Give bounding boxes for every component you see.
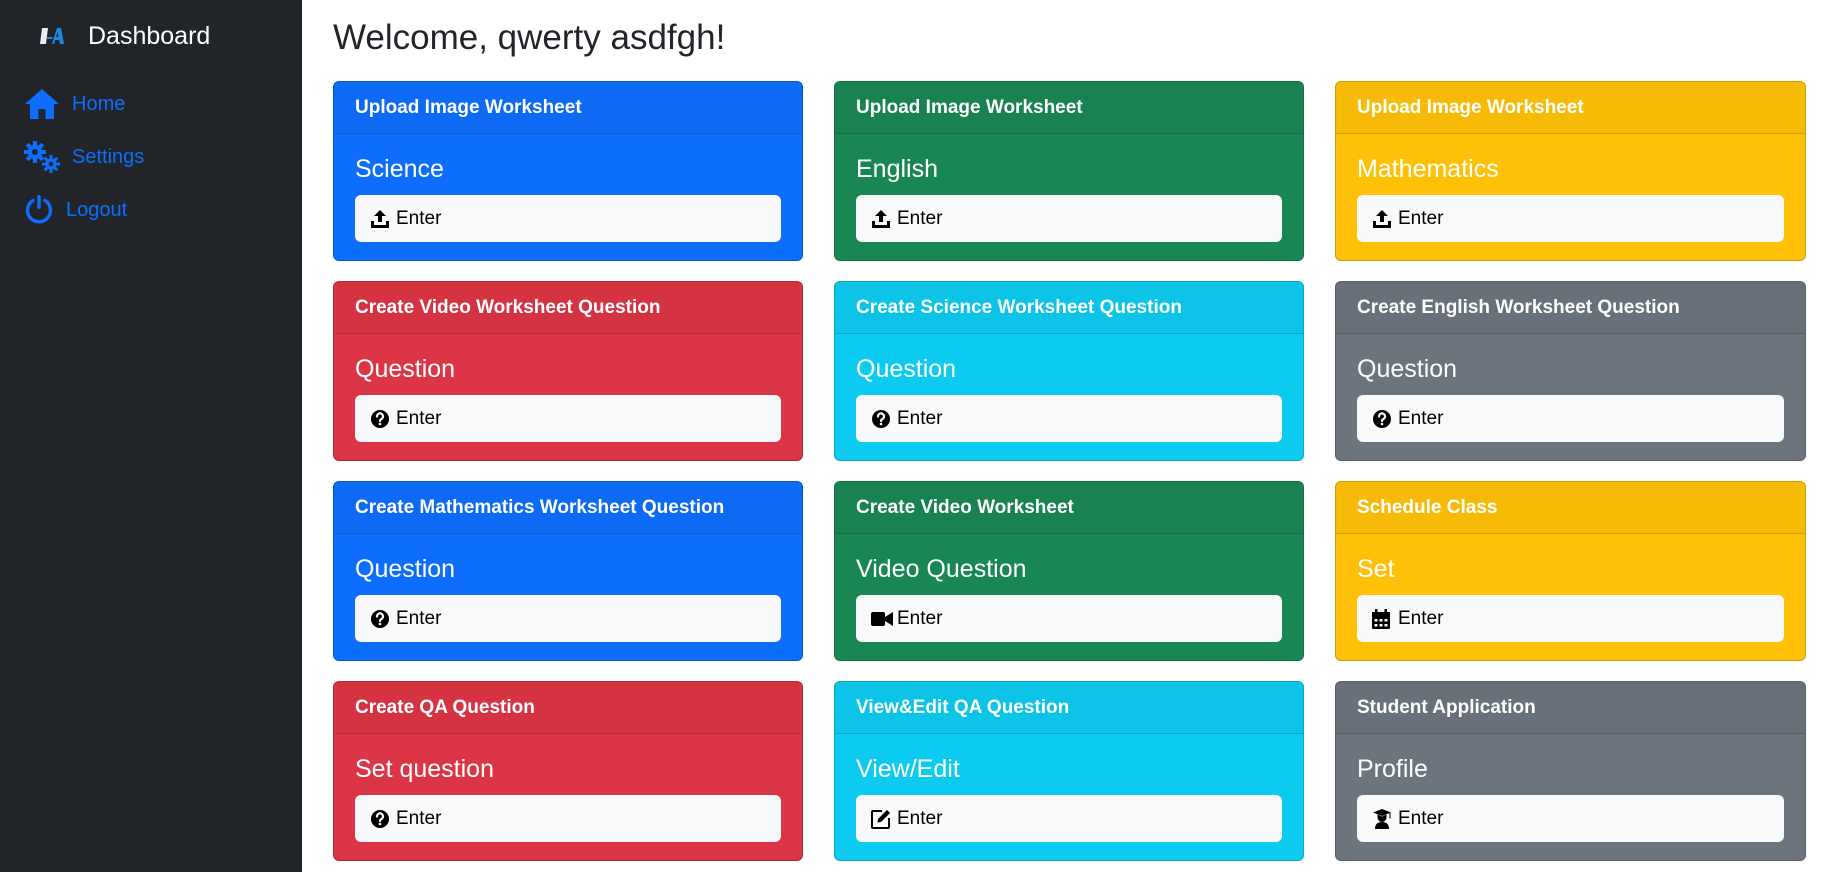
card-title: View/Edit — [856, 755, 960, 783]
card-header: View&Edit QA Question — [835, 682, 1303, 734]
card-header: Schedule Class — [1336, 482, 1805, 534]
sidebar-item-home[interactable]: Home — [24, 88, 125, 120]
card-title: Question — [1357, 355, 1458, 383]
card-header: Upload Image Worksheet — [334, 82, 802, 134]
video-camera-icon — [871, 609, 893, 629]
upload-icon — [1372, 209, 1394, 229]
card-header: Upload Image Worksheet — [1336, 82, 1805, 134]
card-header: Create English Worksheet Question — [1336, 282, 1805, 334]
enter-button[interactable]: Enter — [355, 795, 781, 842]
enter-button[interactable]: Enter — [1357, 595, 1784, 642]
home-icon — [24, 88, 60, 120]
calendar-icon — [1372, 608, 1394, 629]
card-title: Profile — [1357, 755, 1428, 783]
enter-button[interactable]: Enter — [856, 595, 1282, 642]
sidebar: Dashboard Home Settings Logout — [0, 0, 302, 872]
card-title: Question — [355, 355, 456, 383]
card-header: Create Mathematics Worksheet Question — [334, 482, 802, 534]
enter-button[interactable]: Enter — [1357, 395, 1784, 442]
question-circle-icon — [370, 409, 392, 429]
enter-label: Enter — [897, 807, 943, 829]
main-content: Welcome, qwerty asdfgh! Upload Image Wor… — [302, 0, 1823, 872]
enter-button[interactable]: Enter — [355, 395, 781, 442]
card-grid: Upload Image Worksheet Science Enter Upl… — [333, 81, 1806, 861]
enter-button[interactable]: Enter — [355, 595, 781, 642]
edit-icon — [871, 809, 893, 829]
card-title: Mathematics — [1357, 155, 1499, 183]
card-schedule-class: Schedule Class Set Enter — [1335, 481, 1806, 661]
card-upload-english: Upload Image Worksheet English Enter — [834, 81, 1304, 261]
question-circle-icon — [370, 809, 392, 829]
card-header: Upload Image Worksheet — [835, 82, 1303, 134]
enter-label: Enter — [897, 407, 943, 429]
card-create-english-worksheet-question: Create English Worksheet Question Questi… — [1335, 281, 1806, 461]
card-upload-mathematics: Upload Image Worksheet Mathematics Enter — [1335, 81, 1806, 261]
enter-button[interactable]: Enter — [355, 195, 781, 242]
enter-button[interactable]: Enter — [1357, 195, 1784, 242]
card-title: English — [856, 155, 938, 183]
card-header: Create Video Worksheet — [835, 482, 1303, 534]
enter-button[interactable]: Enter — [856, 795, 1282, 842]
card-header: Create QA Question — [334, 682, 802, 734]
card-view-edit-qa-question: View&Edit QA Question View/Edit Enter — [834, 681, 1304, 861]
gears-icon — [24, 141, 62, 173]
sidebar-item-label: Settings — [72, 145, 145, 168]
card-header: Create Video Worksheet Question — [334, 282, 802, 334]
enter-button[interactable]: Enter — [856, 395, 1282, 442]
card-student-application: Student Application Profile Enter — [1335, 681, 1806, 861]
enter-label: Enter — [897, 607, 943, 629]
sidebar-item-label: Logout — [66, 198, 128, 221]
sidebar-item-settings[interactable]: Settings — [24, 141, 144, 173]
question-circle-icon — [1372, 409, 1394, 429]
enter-label: Enter — [1398, 207, 1444, 229]
card-title: Set question — [355, 755, 494, 783]
enter-label: Enter — [1398, 607, 1444, 629]
power-icon — [24, 194, 54, 226]
graduate-icon — [1372, 808, 1394, 829]
upload-icon — [370, 209, 392, 229]
brand[interactable]: Dashboard — [40, 20, 210, 52]
enter-button[interactable]: Enter — [1357, 795, 1784, 842]
enter-label: Enter — [396, 207, 442, 229]
brand-logo-icon — [40, 23, 66, 49]
enter-label: Enter — [897, 207, 943, 229]
card-title: Question — [856, 355, 957, 383]
welcome-heading: Welcome, qwerty asdfgh! — [333, 18, 726, 57]
card-create-qa-question: Create QA Question Set question Enter — [333, 681, 803, 861]
card-title: Question — [355, 555, 456, 583]
question-circle-icon — [370, 609, 392, 629]
card-upload-science: Upload Image Worksheet Science Enter — [333, 81, 803, 261]
sidebar-item-logout[interactable]: Logout — [24, 194, 127, 226]
enter-label: Enter — [396, 407, 442, 429]
card-header: Create Science Worksheet Question — [835, 282, 1303, 334]
card-title: Science — [355, 155, 444, 183]
card-create-mathematics-worksheet-question: Create Mathematics Worksheet Question Qu… — [333, 481, 803, 661]
card-create-science-worksheet-question: Create Science Worksheet Question Questi… — [834, 281, 1304, 461]
card-header: Student Application — [1336, 682, 1805, 734]
card-title: Set — [1357, 555, 1395, 583]
brand-title: Dashboard — [88, 21, 211, 50]
enter-label: Enter — [396, 607, 442, 629]
enter-label: Enter — [1398, 407, 1444, 429]
card-create-video-worksheet: Create Video Worksheet Video Question En… — [834, 481, 1304, 661]
sidebar-item-label: Home — [72, 92, 126, 115]
upload-icon — [871, 209, 893, 229]
question-circle-icon — [871, 409, 893, 429]
card-title: Video Question — [856, 555, 1027, 583]
card-create-video-worksheet-question: Create Video Worksheet Question Question… — [333, 281, 803, 461]
enter-label: Enter — [1398, 807, 1444, 829]
enter-button[interactable]: Enter — [856, 195, 1282, 242]
enter-label: Enter — [396, 807, 442, 829]
